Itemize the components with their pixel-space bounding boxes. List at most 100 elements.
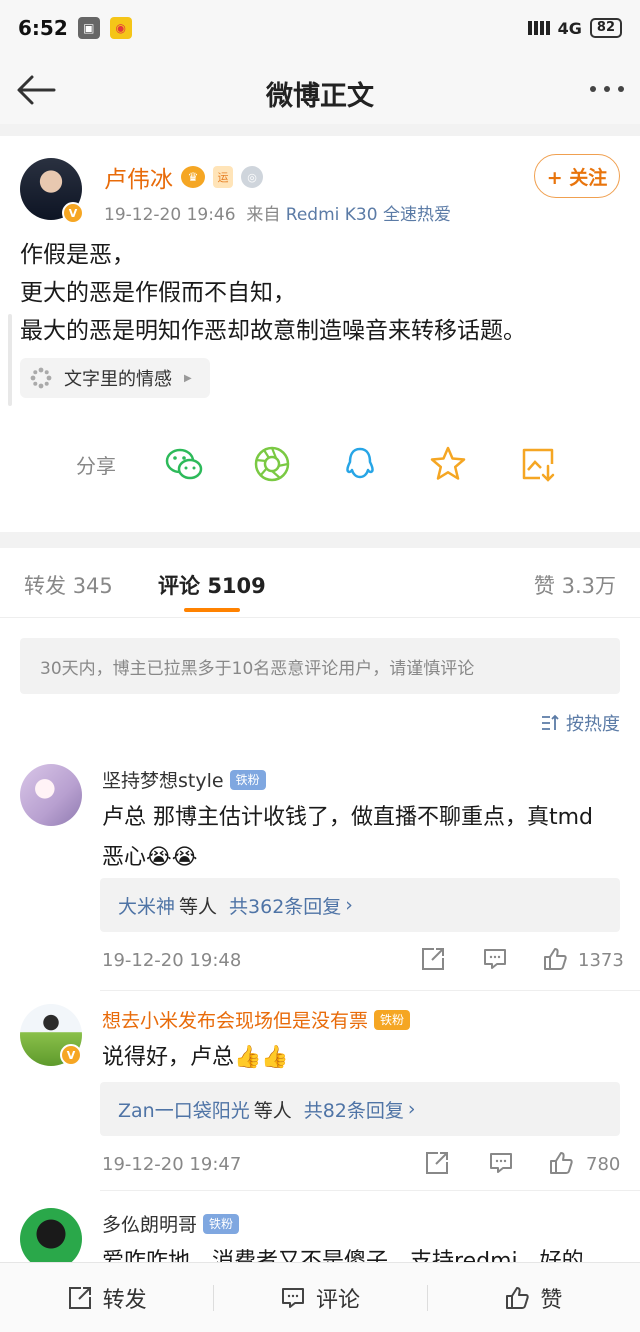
save-image-icon[interactable] [518,444,558,484]
battery-indicator: 82 [589,18,622,38]
commenter-name[interactable]: 坚持梦想style [102,766,224,793]
comment-footer: 19-12-20 19:48 1373 [102,946,624,976]
commenter-avatar[interactable] [20,1208,82,1270]
reply-count: 共362条回复 [229,895,342,918]
more-options-icon[interactable] [590,86,624,92]
like-icon[interactable] [542,946,568,972]
active-tab-indicator [184,608,240,612]
comment-divider [100,1190,640,1191]
tab-comments[interactable]: 评论 5109 [158,570,266,600]
comment-icon[interactable] [488,1150,514,1176]
status-bar: 6:52 ▣ ◉ 4G 82 [0,0,640,56]
status-indicators: 4G 82 [527,18,622,38]
repost-icon [68,1286,91,1309]
post-line: 更大的恶是作假而不自知， [20,280,296,306]
like-button[interactable]: 赞 [426,1263,640,1332]
verified-badge-icon: V [62,202,84,224]
like-icon[interactable] [548,1150,574,1176]
topic-tag[interactable]: 文字里的情感 ▶ [20,358,210,398]
fan-badge: 铁粉 [229,769,266,790]
reply-count: 共82条回复 [303,1099,404,1122]
quote-bar [8,314,12,406]
topic-sparkle-icon [30,367,52,389]
replies-preview[interactable]: 大米神 等人 共362条回复 › [100,878,620,932]
like-count: 780 [586,1154,621,1175]
post-body: 作假是恶， 更大的恶是作假而不自知， 最大的恶是明知作恶却故意制造噪音来转移话题… [20,236,620,350]
chevron-right-icon: › [407,1098,416,1120]
sort-label: 按热度 [566,714,620,735]
wechat-icon[interactable] [164,444,204,484]
qq-icon[interactable] [340,444,380,484]
network-type: 4G [557,18,582,38]
sort-icon [542,714,559,730]
commenter-name-row: 多仫朗明哥 铁粉 [102,1210,240,1237]
replies-preview[interactable]: Zan一口袋阳光 等人 共82条回复 › [100,1082,620,1136]
comment-text: 卢总 那博主估计收钱了，做直播不聊重点，真tmd恶心😭😭 [102,805,594,870]
tab-label: 赞 [533,574,555,598]
source-prefix: 来自 [246,205,281,225]
tab-count: 345 [72,574,113,598]
tab-label: 转发 [24,574,66,598]
like-count: 1373 [578,950,624,971]
bottom-action-bar: 转发 评论 赞 [0,1262,640,1332]
comment-icon[interactable] [482,946,508,972]
post-line: 作假是恶， [20,242,135,268]
verified-badge-icon: V [60,1044,82,1066]
post-meta: 19-12-20 19:46 来自 Redmi K30 全速热爱 [104,200,451,225]
moments-icon[interactable] [252,444,292,484]
post-line: 最大的恶是明知作恶却故意制造噪音来转移话题。 [20,318,526,344]
fan-badge: 铁粉 [374,1009,411,1030]
page-title: 微博正文 [266,81,374,112]
post-tabs: 转发 345 评论 5109 赞 3.3万 [0,548,640,618]
tab-likes[interactable]: 赞 3.3万 [534,570,616,600]
share-row: 分享 [0,436,640,492]
reply-users: Zan一口袋阳光 [118,1099,250,1122]
comment-time: 19-12-20 19:47 [102,1154,242,1175]
commenter-name[interactable]: 想去小米发布会现场但是没有票 [102,1006,368,1033]
post-source[interactable]: Redmi K30 全速热爱 [286,205,451,225]
chevron-right-icon: ▶ [184,372,192,384]
commenter-avatar[interactable] [20,764,82,826]
comment-divider [100,990,640,991]
vip-crown-icon: ♛ [181,166,205,188]
comment-button[interactable]: 评论 [213,1263,426,1332]
signal-grid-icon [527,21,550,35]
comment-footer: 19-12-20 19:47 780 [102,1150,620,1180]
repost-icon[interactable] [424,1150,450,1176]
comment-text: 说得好，卢总👍👍 [102,1045,289,1070]
repost-label: 转发 [102,1287,147,1313]
tab-label: 评论 [158,574,200,598]
sport-medal-icon: 运 [213,166,233,188]
fan-badge: 铁粉 [203,1213,240,1234]
sim-card-icon: ▣ [77,17,100,39]
like-label: 赞 [540,1287,563,1313]
commenter-name-row: 想去小米发布会现场但是没有票 铁粉 [102,1006,411,1033]
nav-bar: 微博正文 [0,56,640,124]
tab-count: 5109 [207,574,266,598]
author-name[interactable]: 卢伟冰 [104,160,173,194]
share-label: 分享 [76,453,116,478]
reply-mid: 等人 [179,895,218,918]
commenter-name[interactable]: 多仫朗明哥 [102,1210,197,1237]
sort-toggle[interactable]: 按热度 [540,710,620,736]
weibo-notification-icon: ◉ [109,17,132,39]
reply-mid: 等人 [253,1099,292,1122]
topic-label: 文字里的情感 [64,369,172,390]
post-time: 19-12-20 19:46 [104,205,236,225]
tab-repost[interactable]: 转发 345 [24,570,113,600]
repost-icon[interactable] [420,946,446,972]
comment-time: 19-12-20 19:48 [102,950,242,971]
like-icon [506,1286,529,1309]
tab-count: 3.3万 [561,574,616,598]
follow-button[interactable]: + 关注 [534,154,620,198]
author-row: 卢伟冰 ♛ 运 ◎ [104,160,263,194]
favorite-star-icon[interactable] [428,444,468,484]
comment-notice: 30天内，博主已拉黑多于10名恶意评论用户，请谨慎评论 [20,638,620,694]
status-time: 6:52 [18,16,68,40]
anniversary-medal-icon: ◎ [241,166,263,188]
chevron-right-icon: › [345,894,353,916]
reply-users: 大米神 [118,895,176,918]
commenter-name-row: 坚持梦想style 铁粉 [102,766,266,793]
repost-button[interactable]: 转发 [0,1263,213,1332]
comment-icon [281,1287,304,1308]
